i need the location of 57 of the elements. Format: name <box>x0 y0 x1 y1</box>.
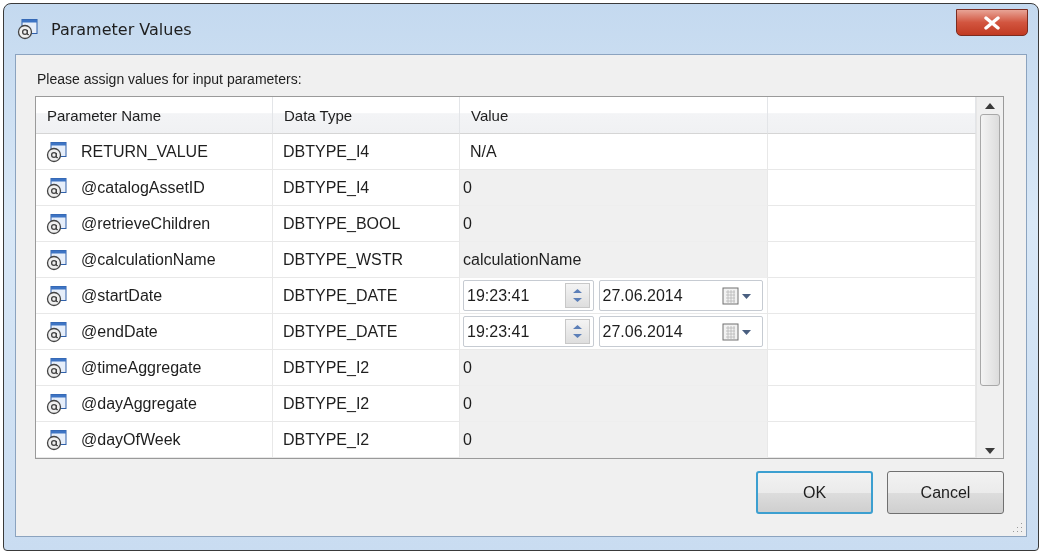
parameter-icon <box>46 392 68 415</box>
parameter-name: @startDate <box>81 286 163 305</box>
data-type: DBTYPE_BOOL <box>283 214 401 233</box>
parameter-name: @catalogAssetID <box>81 178 205 197</box>
close-icon <box>983 15 1001 30</box>
value-text: N/A <box>470 142 497 161</box>
parameter-name: @dayOfWeek <box>81 430 181 449</box>
dialog-button[interactable]: Cancel <box>887 471 1004 514</box>
data-type: DBTYPE_I2 <box>283 358 370 377</box>
parameter-icon <box>46 320 68 343</box>
data-type: DBTYPE_DATE <box>283 322 398 341</box>
data-type: DBTYPE_I4 <box>283 142 370 161</box>
parameter-icon <box>46 176 68 199</box>
parameter-icon <box>17 18 39 40</box>
parameter-name: @dayAggregate <box>81 394 197 413</box>
spin-arrows-icon <box>571 287 583 304</box>
time-field[interactable]: 19:23:41 <box>463 280 594 311</box>
value-text: 0 <box>463 358 472 377</box>
column-header[interactable]: Value <box>460 97 768 134</box>
data-type: DBTYPE_I4 <box>283 178 370 197</box>
scrollbar[interactable] <box>976 97 1003 458</box>
parameter-name: @endDate <box>81 322 158 341</box>
value-text: 0 <box>463 214 472 233</box>
parameter-name: RETURN_VALUE <box>81 142 208 161</box>
parameter-icon <box>46 248 68 271</box>
value-text: 0 <box>463 394 472 413</box>
value-text: 0 <box>463 178 472 197</box>
spin-button[interactable] <box>564 283 590 308</box>
data-type: DBTYPE_WSTR <box>283 250 403 269</box>
scroll-thumb[interactable] <box>980 114 1000 386</box>
parameter-icon <box>46 428 68 451</box>
column-header[interactable]: Data Type <box>273 97 460 134</box>
column-header[interactable]: Parameter Name <box>36 97 273 134</box>
parameter-name: @calculationName <box>81 250 216 269</box>
close-button[interactable] <box>956 9 1028 36</box>
spin-arrows-icon <box>571 323 583 340</box>
parameter-name: @timeAggregate <box>81 358 202 377</box>
parameter-icon <box>46 212 68 235</box>
scroll-down-icon[interactable] <box>985 448 995 454</box>
parameter-icon <box>46 140 68 163</box>
time-field[interactable]: 19:23:41 <box>463 316 594 347</box>
window-title: Parameter Values <box>51 19 192 39</box>
value-text: calculationName <box>463 250 582 269</box>
parameter-icon <box>46 356 68 379</box>
dialog-button[interactable]: OK <box>756 471 873 514</box>
parameter-icon <box>46 284 68 307</box>
date-field[interactable]: 27.06.2014 <box>598 280 763 311</box>
spin-button[interactable] <box>564 319 590 344</box>
data-type: DBTYPE_DATE <box>283 286 398 305</box>
resize-grip-icon[interactable] <box>1012 522 1023 533</box>
parameter-name: @retrieveChildren <box>81 214 211 233</box>
date-field[interactable]: 27.06.2014 <box>598 316 763 347</box>
data-type: DBTYPE_I2 <box>283 394 370 413</box>
prompt-text: Please assign values for input parameters: <box>37 71 302 87</box>
data-type: DBTYPE_I2 <box>283 430 370 449</box>
scroll-up-icon[interactable] <box>985 103 995 109</box>
value-text: 0 <box>463 430 472 449</box>
